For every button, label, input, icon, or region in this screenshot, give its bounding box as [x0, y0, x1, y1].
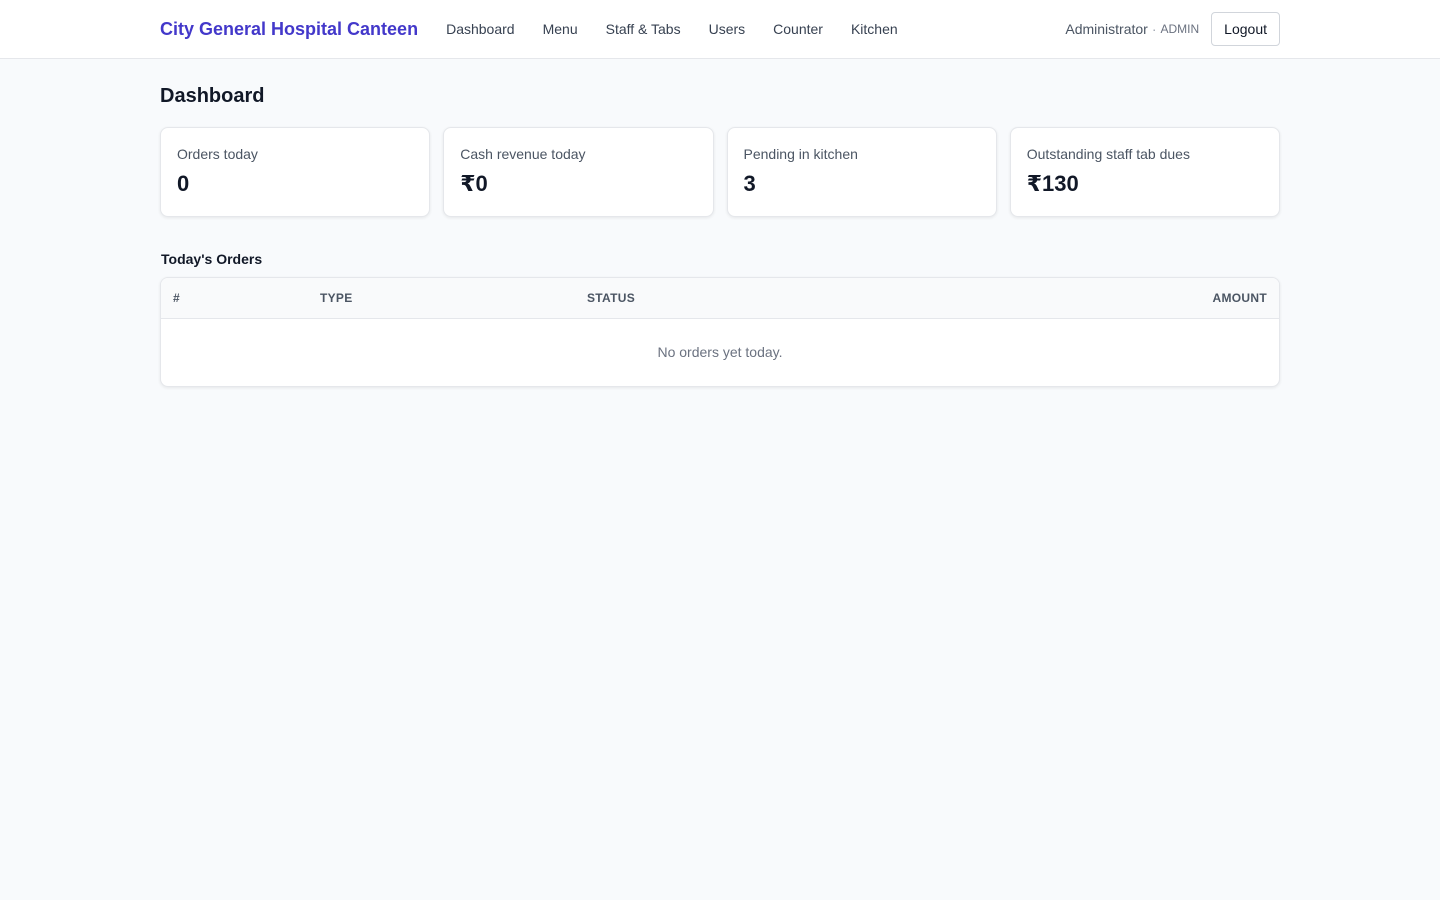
orders-table-head: # Type Status Amount: [161, 278, 1279, 318]
column-header-amount: Amount: [1212, 290, 1267, 305]
navbar-container: City General Hospital Canteen Dashboard …: [160, 0, 1280, 58]
nav-link-counter[interactable]: Counter: [773, 21, 823, 37]
stat-card-cash-revenue: Cash revenue today ₹0: [443, 127, 714, 217]
stat-value: ₹130: [1026, 171, 1079, 196]
stats-row: Orders today 0 Cash revenue today ₹0 Pen…: [160, 127, 1280, 217]
user-name: Administrator: [1065, 21, 1148, 37]
column-header-status: Status: [587, 290, 636, 305]
user-separator: ·: [1151, 21, 1157, 37]
stat-card-pending-kitchen: Pending in kitchen 3: [726, 127, 997, 217]
main-nav: Dashboard Menu Staff & Tabs Users Counte…: [446, 21, 926, 37]
page-title: Dashboard: [160, 85, 265, 107]
orders-table-card: # Type Status Amount No orders yet today…: [160, 277, 1280, 387]
logout-button[interactable]: Logout: [1211, 12, 1280, 46]
stat-label: Cash revenue today: [460, 146, 586, 162]
stat-value: 3: [743, 171, 756, 196]
orders-table-body: No orders yet today.: [161, 318, 1279, 386]
stat-value: 0: [177, 171, 190, 196]
table-header-row: # Type Status Amount: [161, 278, 1279, 318]
table-row: No orders yet today.: [161, 318, 1279, 386]
stat-label: Pending in kitchen: [743, 146, 858, 162]
todays-orders-section: Today's Orders # Type Status Amount No o…: [160, 251, 1280, 387]
nav-link-users[interactable]: Users: [709, 21, 746, 37]
navbar-left: City General Hospital Canteen Dashboard …: [160, 19, 926, 40]
column-header-type: Type: [320, 290, 353, 305]
nav-link-staff-tabs[interactable]: Staff & Tabs: [606, 21, 681, 37]
stat-label: Outstanding staff tab dues: [1026, 146, 1190, 162]
top-navbar: City General Hospital Canteen Dashboard …: [0, 0, 1440, 59]
stat-value: ₹0: [460, 171, 488, 196]
user-role-badge: ADMIN: [1160, 22, 1200, 36]
nav-link-menu[interactable]: Menu: [543, 21, 578, 37]
stat-label: Orders today: [177, 146, 258, 162]
column-header-number: #: [173, 290, 180, 305]
nav-link-dashboard[interactable]: Dashboard: [446, 21, 515, 37]
stat-card-staff-tab-dues: Outstanding staff tab dues ₹130: [1009, 127, 1280, 217]
nav-link-kitchen[interactable]: Kitchen: [851, 21, 898, 37]
brand-title[interactable]: City General Hospital Canteen: [160, 19, 418, 40]
stat-card-orders-today: Orders today 0: [160, 127, 431, 217]
orders-table: # Type Status Amount No orders yet today…: [161, 278, 1279, 386]
navbar-right: Administrator · ADMIN Logout: [1065, 12, 1280, 46]
main-content: Dashboard Orders today 0 Cash revenue to…: [160, 59, 1280, 387]
empty-state-message: No orders yet today.: [657, 344, 783, 361]
section-title: Today's Orders: [161, 251, 263, 267]
